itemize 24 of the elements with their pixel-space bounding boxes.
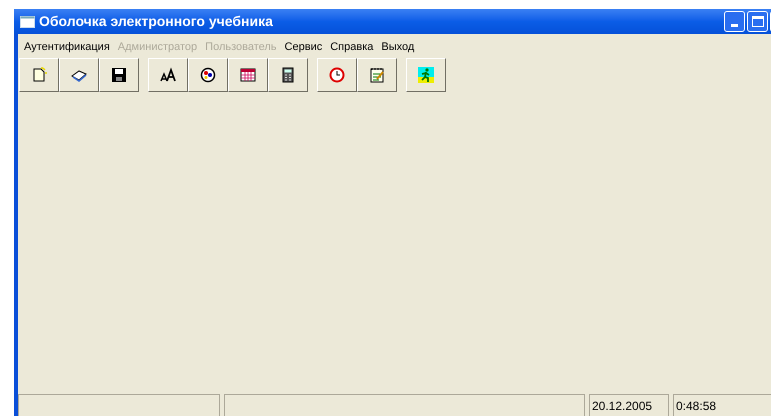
calculator-icon	[280, 67, 296, 83]
new-document-icon	[31, 67, 47, 83]
toolbar-button[interactable]	[357, 58, 397, 92]
menu-item[interactable]: Сервис	[280, 38, 326, 56]
maximize-button[interactable]	[747, 11, 768, 32]
running-man-icon	[418, 67, 434, 83]
minimize-button[interactable]	[724, 11, 745, 32]
window-title: Оболочка электронного учебника	[39, 12, 273, 31]
menu-item[interactable]: Справка	[326, 38, 378, 56]
window-icon	[20, 16, 35, 28]
status-time: 0:48:58	[673, 394, 771, 416]
menu-item[interactable]: Выход	[377, 38, 418, 56]
status-date: 20.12.2005	[589, 394, 669, 416]
calendar-icon	[240, 67, 256, 83]
toolbar-button[interactable]	[268, 58, 308, 92]
toolbar-button[interactable]	[99, 58, 139, 92]
toolbar-button[interactable]	[148, 58, 188, 92]
notepad-icon	[369, 67, 385, 83]
toolbar-button[interactable]	[228, 58, 268, 92]
toolbar-button[interactable]	[188, 58, 228, 92]
font-size-icon	[160, 67, 176, 83]
menu-item[interactable]: Аутентификация	[20, 38, 114, 56]
clock-icon	[329, 67, 345, 83]
toolbar-button[interactable]	[19, 58, 59, 92]
